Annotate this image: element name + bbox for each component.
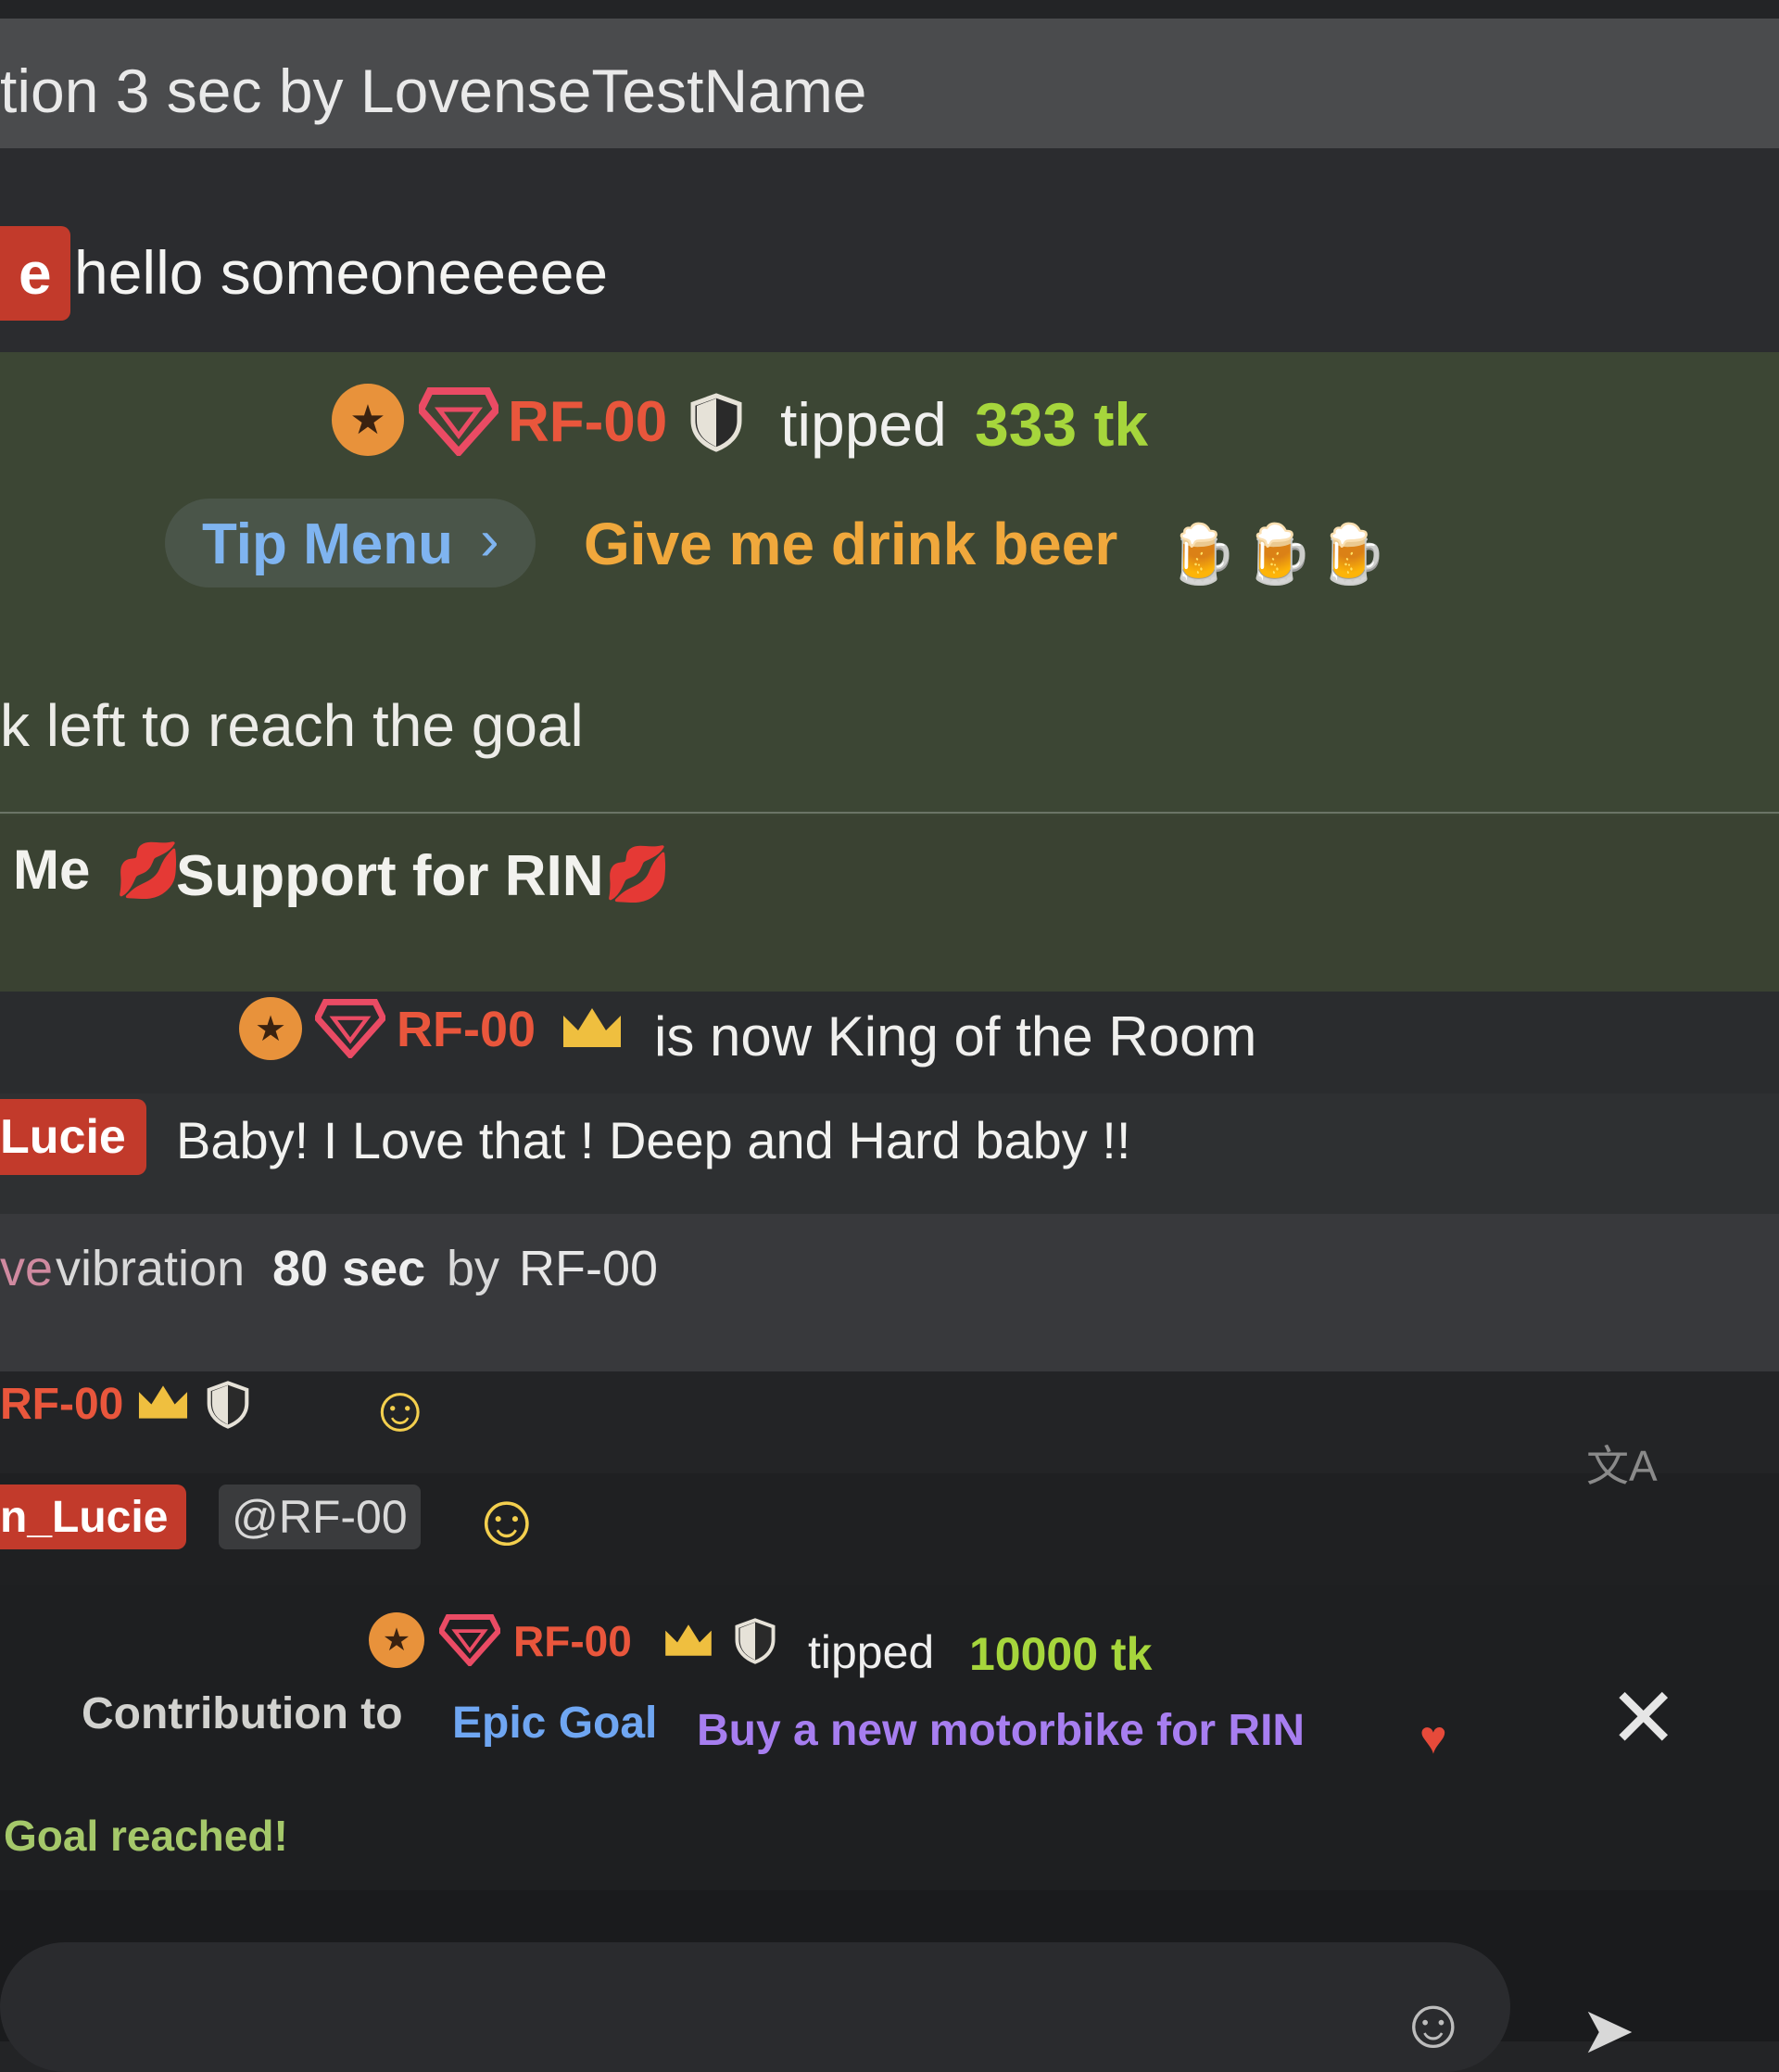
chat-row-message: n_Lucie @RF-00 ☺ 文A <box>0 1442 1779 1585</box>
tip-amount: 10000 tk <box>969 1628 1153 1680</box>
goal-reached-text: Goal reached! <box>4 1812 288 1860</box>
message-text: hello someoneeeee <box>74 238 609 307</box>
divider <box>0 812 1779 814</box>
username[interactable]: RF-00 <box>508 389 667 455</box>
user-tag[interactable]: n_Lucie <box>0 1485 187 1549</box>
user-tag[interactable]: Lucie <box>0 1099 146 1175</box>
epic-goal-label[interactable]: Epic Goal <box>452 1698 657 1749</box>
crown-icon <box>563 1008 621 1047</box>
user-tag[interactable]: e <box>0 226 70 321</box>
chat-input[interactable] <box>0 1942 1510 2072</box>
chat-row-message: RF-00 ☺ <box>0 1371 1779 1473</box>
chat-row-message: e hello someoneeeee <box>0 148 1779 352</box>
chat-row-tip: ★ RF-00 tipped 333 tk Tip Menu › Give me… <box>0 352 1779 815</box>
vibration-word: vibration <box>56 1241 246 1296</box>
smiley-icon[interactable]: ☺ <box>1397 1983 1470 2064</box>
chat-row-message: Lucie Baby! I Love that ! Deep and Hard … <box>0 1093 1779 1214</box>
translate-icon[interactable]: 文A <box>1586 1433 1658 1494</box>
username[interactable]: RF-00 <box>513 1616 632 1666</box>
kiss-mark-icon: 💋 <box>115 840 183 901</box>
diamond-icon <box>419 387 498 456</box>
vibration-duration: 80 sec <box>272 1241 426 1296</box>
beer-mug-icon: 🍺 <box>1166 523 1238 587</box>
chat-row-tip: ★ RF-00 tipped 10000 tk Contribution to … <box>0 1585 1779 1890</box>
shield-icon <box>207 1381 249 1429</box>
tip-menu-button[interactable]: Tip Menu › <box>165 499 536 587</box>
star-badge-icon: ★ <box>239 997 302 1060</box>
message-text: Baby! I Love that ! Deep and Hard baby !… <box>176 1111 1131 1169</box>
shield-icon <box>735 1618 776 1664</box>
close-icon[interactable]: ✕ <box>1609 1670 1678 1767</box>
vibration-user[interactable]: RF-00 <box>519 1240 658 1297</box>
smiley-icon: ☺ <box>469 1478 545 1560</box>
chat-row-support: Me 💋 Support for RIN 💋 <box>0 815 1779 992</box>
heart-icon: ♥ <box>1419 1712 1447 1763</box>
chevron-right-icon: › <box>480 509 499 573</box>
goal-name[interactable]: Buy a new motorbike for RIN <box>697 1705 1305 1756</box>
send-icon[interactable]: ➤ <box>1581 1992 1635 2068</box>
chat-input-area: ☺ ➤ <box>0 1890 1779 2072</box>
tip-menu-label: Tip Menu <box>202 512 453 576</box>
smiley-icon: ☺ <box>367 1372 434 1445</box>
beer-mug-icon: 🍺 <box>1316 523 1388 587</box>
tip-amount: 333 tk <box>975 390 1149 459</box>
vibration-text: tion 3 sec by LovenseTestName <box>0 57 867 125</box>
shield-icon <box>690 393 742 452</box>
kiss-mark-icon: 💋 <box>604 844 672 904</box>
username[interactable]: RF-00 <box>0 1379 123 1430</box>
support-text: Support for RIN <box>176 844 604 908</box>
mention-chip[interactable]: @RF-00 <box>219 1485 421 1549</box>
tip-menu-item: Give me drink beer <box>584 511 1118 577</box>
crown-icon <box>665 1624 712 1656</box>
diamond-icon <box>439 1614 500 1666</box>
diamond-icon <box>315 999 385 1058</box>
support-prefix: Me <box>13 839 91 901</box>
username[interactable]: RF-00 <box>397 1001 536 1058</box>
beer-mug-icon: 🍺 <box>1242 523 1314 587</box>
tip-action: tipped <box>808 1626 935 1678</box>
vibration-by: by <box>447 1241 500 1296</box>
tip-action: tipped <box>780 390 947 459</box>
chat-row-king: ★ RF-00 is now King of the Room <box>0 992 1779 1093</box>
chat-row-vibration: ve vibration 80 sec by RF-00 <box>0 1214 1779 1371</box>
goal-progress-text: k left to reach the goal <box>0 692 584 759</box>
chat-row-vibration: tion 3 sec by LovenseTestName <box>0 19 1779 148</box>
star-badge-icon: ★ <box>332 384 404 456</box>
star-badge-icon: ★ <box>369 1612 424 1668</box>
crown-icon <box>138 1385 188 1419</box>
king-text: is now King of the Room <box>654 1005 1257 1068</box>
contribution-prefix: Contribution to <box>82 1689 403 1738</box>
vibration-prefix: ve <box>0 1241 54 1296</box>
